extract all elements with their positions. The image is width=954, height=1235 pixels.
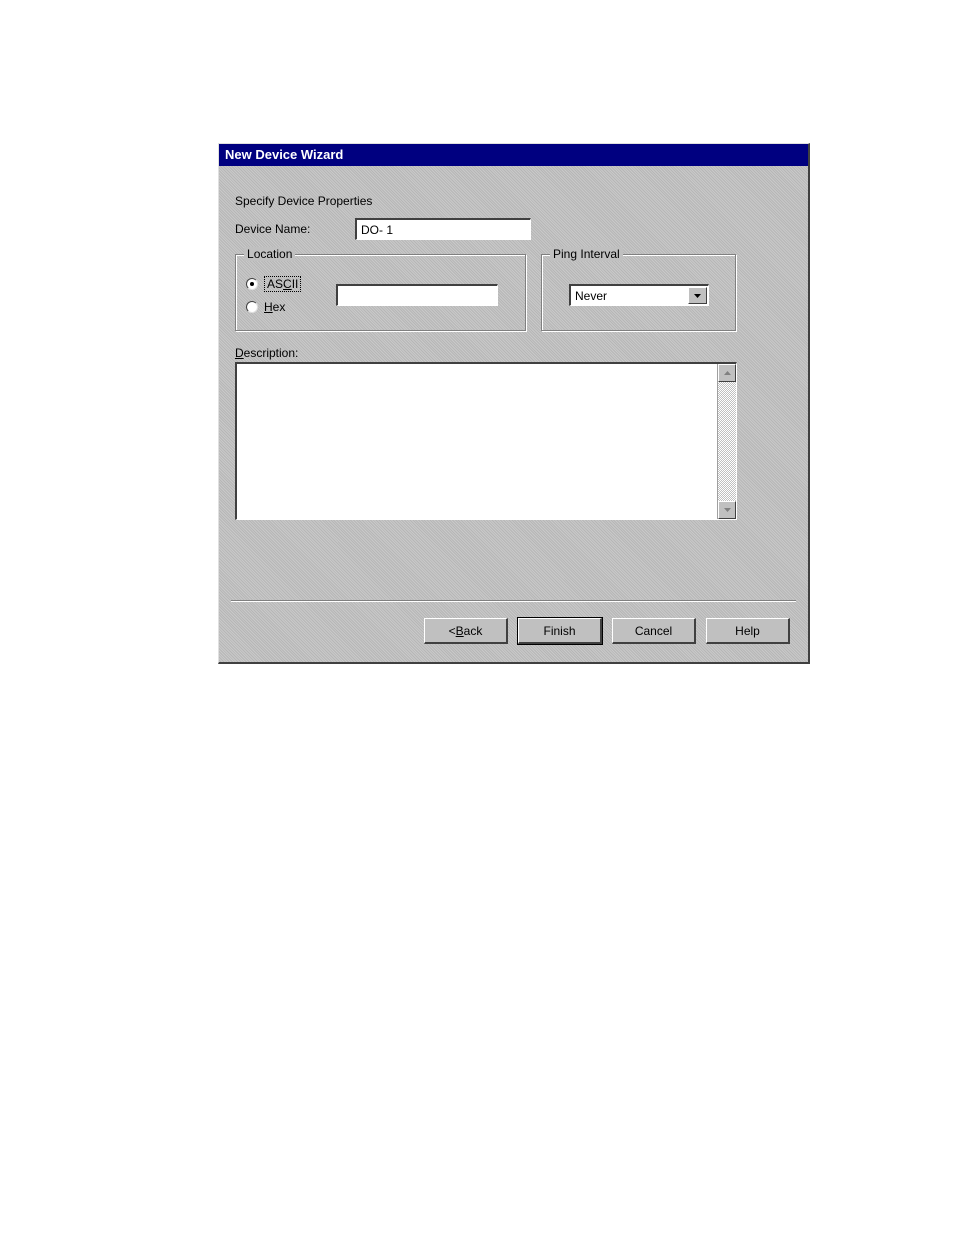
location-radio-group: ASCII Hex — [246, 276, 336, 314]
ascii-radio-label: ASCII — [264, 276, 301, 292]
separator-line — [231, 600, 796, 602]
finish-button[interactable]: Finish — [518, 618, 602, 644]
location-legend-rest: ocation — [254, 247, 293, 261]
description-container — [235, 362, 737, 520]
description-textarea[interactable] — [237, 364, 718, 519]
wizard-button-row: < Back Finish Cancel Help — [424, 618, 790, 644]
location-legend: Location — [244, 247, 295, 261]
ping-legend-ul: P — [553, 247, 561, 261]
cancel-button[interactable]: Cancel — [612, 618, 696, 644]
page-subtitle: Specify Device Properties — [235, 194, 792, 208]
ascii-radio[interactable]: ASCII — [246, 276, 336, 292]
description-label: Description: — [235, 346, 792, 360]
hex-radio-label: Hex — [264, 300, 285, 314]
ping-interval-dropdown[interactable]: Never — [569, 284, 709, 306]
ping-legend: Ping Interval — [550, 247, 623, 261]
radio-icon — [246, 301, 258, 313]
titlebar: New Device Wizard — [219, 144, 808, 166]
window-title: New Device Wizard — [225, 147, 343, 162]
scroll-up-button[interactable] — [718, 364, 736, 382]
location-legend-ul: L — [247, 247, 254, 261]
dialog-body: Specify Device Properties Device Name: L… — [219, 166, 808, 520]
radio-icon — [246, 278, 258, 290]
help-button[interactable]: Help — [706, 618, 790, 644]
ping-interval-groupbox: Ping Interval Never — [541, 254, 737, 332]
back-button[interactable]: < Back — [424, 618, 508, 644]
ping-interval-selected: Never — [575, 289, 607, 303]
location-input[interactable] — [336, 284, 498, 306]
hex-radio[interactable]: Hex — [246, 300, 336, 314]
new-device-wizard-dialog: New Device Wizard Specify Device Propert… — [218, 143, 810, 664]
vertical-scrollbar[interactable] — [717, 364, 736, 519]
device-name-label: Device Name: — [235, 222, 355, 236]
ping-legend-rest: ing Interval — [561, 247, 620, 261]
device-name-input[interactable] — [355, 218, 531, 240]
location-groupbox: Location ASCII Hex — [235, 254, 527, 332]
device-name-row: Device Name: — [235, 218, 792, 240]
chevron-down-icon — [688, 287, 707, 304]
group-row: Location ASCII Hex Ping Interval — [235, 254, 792, 332]
scroll-down-button[interactable] — [718, 501, 736, 519]
